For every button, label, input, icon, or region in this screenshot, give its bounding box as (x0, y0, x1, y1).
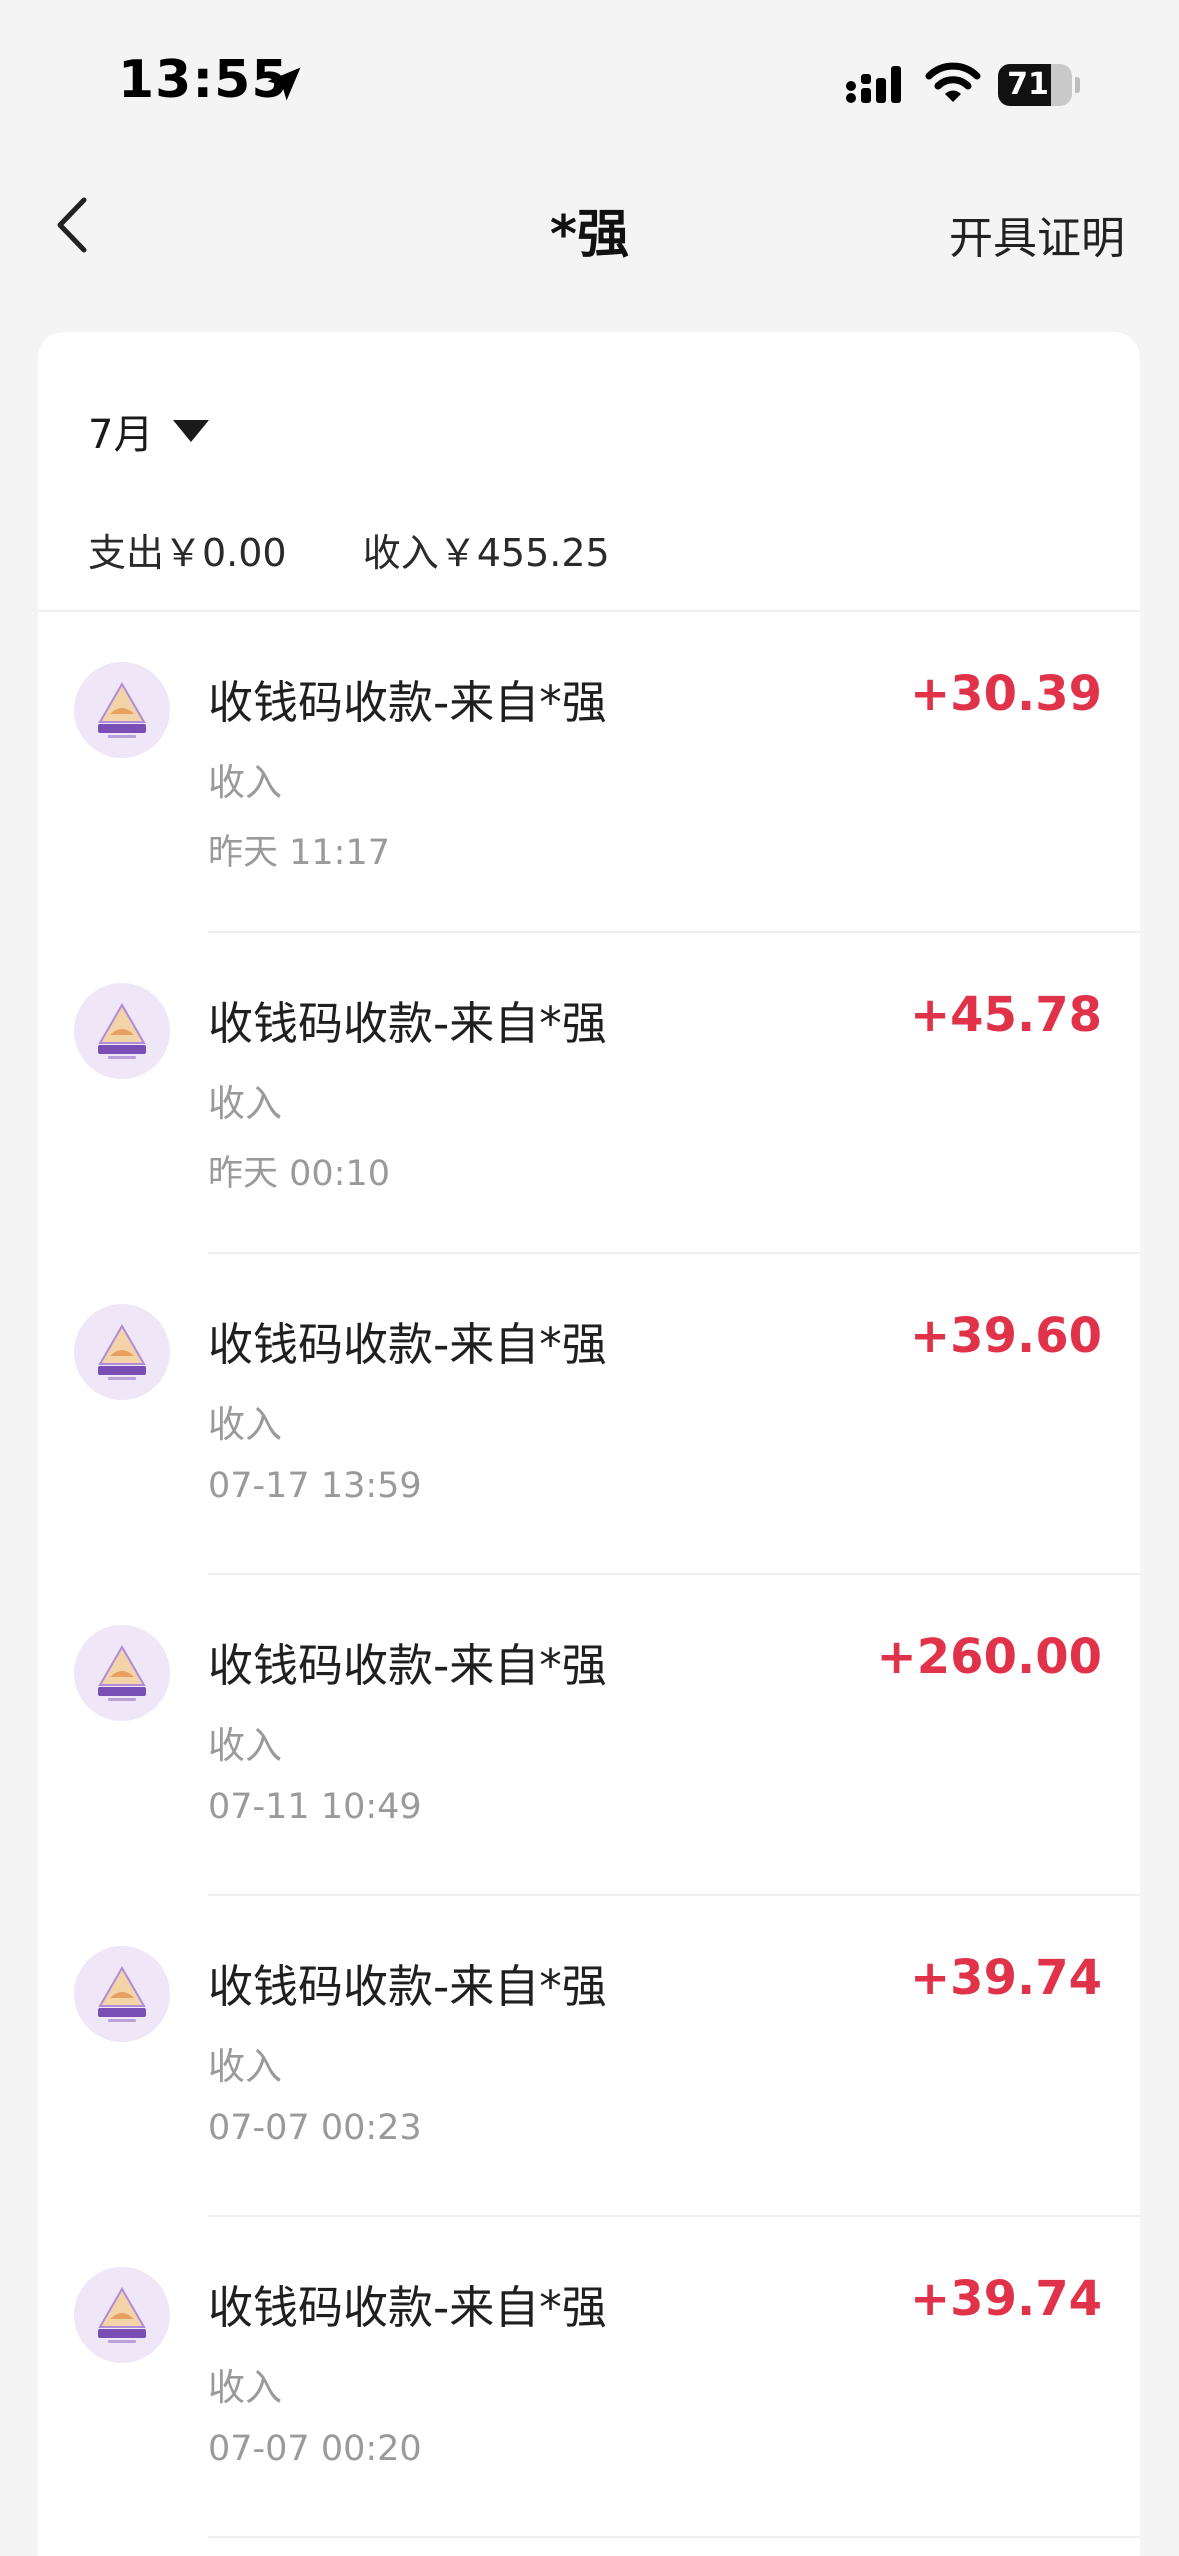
income-total: 收入￥455.25 (362, 531, 610, 575)
transaction-time: 07-11 10:49 (208, 1787, 422, 1827)
transaction-title: 收钱码收款-来自*强 (208, 1639, 607, 1692)
expense-total: 支出￥0.00 (88, 531, 287, 575)
transaction-type: 收入 (208, 2045, 282, 2088)
month-label: 7月 (88, 412, 154, 458)
transaction-amount: +260.00 (876, 1629, 1102, 1685)
store-logo-icon (74, 1625, 170, 1721)
transaction-type: 收入 (208, 1082, 282, 1125)
store-logo-icon (74, 2267, 170, 2363)
store-logo-icon (74, 983, 170, 1079)
transaction-amount: +39.74 (909, 2271, 1102, 2327)
battery-percent: 71 (1007, 67, 1049, 102)
transaction-item[interactable]: 收钱码收款-来自*强 收入 昨天 00:10 +45.78 (38, 933, 1140, 1254)
transaction-type: 收入 (208, 1724, 282, 1767)
issue-certificate-button[interactable]: 开具证明 (949, 202, 1125, 266)
transaction-title: 收钱码收款-来自*强 (208, 1318, 607, 1371)
location-arrow-icon (267, 67, 301, 101)
cellular-signal-icon (846, 66, 901, 103)
transaction-amount: +45.78 (909, 987, 1102, 1043)
transaction-time: 07-07 00:23 (208, 2108, 422, 2148)
transaction-type: 收入 (208, 761, 282, 804)
caret-down-icon (173, 420, 210, 442)
month-summary: 支出￥0.00 收入￥455.25 (88, 522, 610, 577)
transaction-item[interactable]: 收钱码收款-来自*强 收入 07-17 13:59 +39.60 (38, 1254, 1140, 1575)
store-logo-icon (74, 1946, 170, 2042)
transaction-title: 收钱码收款-来自*强 (208, 2281, 607, 2334)
store-logo-icon (74, 1304, 170, 1400)
transaction-time: 07-07 00:20 (208, 2429, 422, 2469)
transaction-title: 收钱码收款-来自*强 (208, 997, 607, 1050)
divider (208, 2536, 1140, 2538)
transaction-item[interactable]: 收钱码收款-来自*强 收入 昨天 11:17 +30.39 (38, 612, 1140, 933)
battery-icon: 71 (998, 64, 1080, 106)
month-selector[interactable]: 7月 (88, 402, 210, 460)
chevron-left-icon (57, 197, 87, 253)
transaction-amount: +30.39 (909, 666, 1102, 722)
transaction-amount: +39.74 (909, 1950, 1102, 2006)
transaction-item[interactable]: 收钱码收款-来自*强 收入 07-11 10:49 +260.00 (38, 1575, 1140, 1896)
transaction-amount: +39.60 (909, 1308, 1102, 1364)
transaction-list: 收钱码收款-来自*强 收入 昨天 11:17 +30.39 收钱码收款-来自*强… (38, 612, 1140, 2538)
transaction-time: 昨天 00:10 (208, 1154, 390, 1194)
transaction-title: 收钱码收款-来自*强 (208, 1960, 607, 2013)
transaction-item[interactable]: 收钱码收款-来自*强 收入 07-07 00:20 +39.74 (38, 2217, 1140, 2538)
status-bar: 13:55 71 (0, 0, 1179, 170)
transaction-title: 收钱码收款-来自*强 (208, 676, 607, 729)
bill-card: 7月 支出￥0.00 收入￥455.25 收钱码收款-来自*强 收入 昨天 11… (38, 332, 1140, 2556)
transaction-type: 收入 (208, 1403, 282, 1446)
wifi-icon (925, 62, 981, 102)
transaction-time: 昨天 11:17 (208, 833, 390, 873)
transaction-type: 收入 (208, 2366, 282, 2409)
transaction-time: 07-17 13:59 (208, 1466, 422, 1506)
back-button[interactable] (40, 190, 110, 260)
nav-bar: *强 开具证明 (0, 170, 1179, 280)
transaction-item[interactable]: 收钱码收款-来自*强 收入 07-07 00:23 +39.74 (38, 1896, 1140, 2217)
store-logo-icon (74, 662, 170, 758)
